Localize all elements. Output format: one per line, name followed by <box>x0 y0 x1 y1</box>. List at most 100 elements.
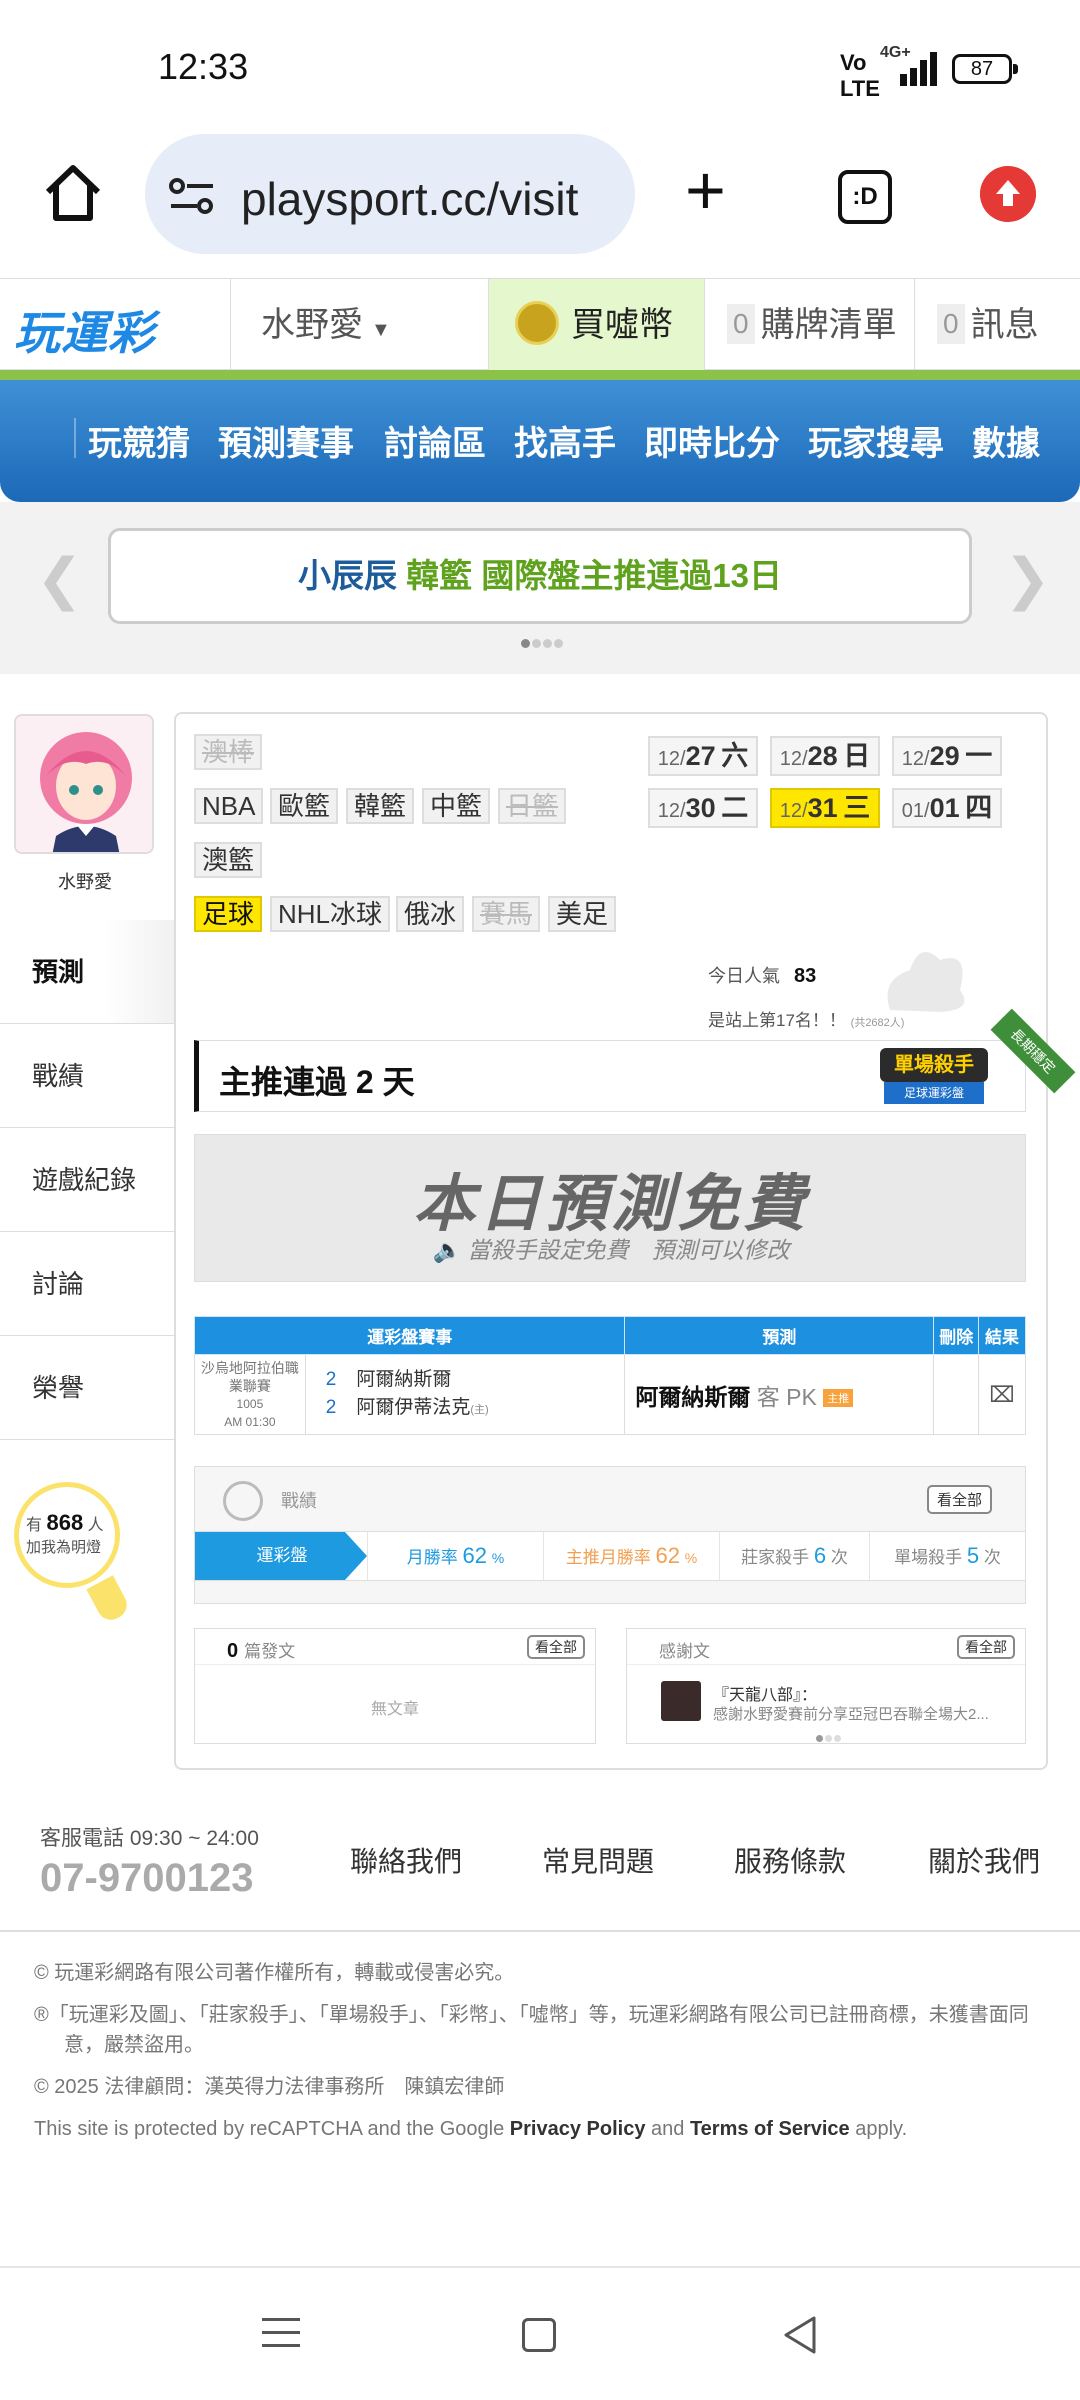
battery-icon: 87 <box>952 54 1018 84</box>
address-bar[interactable]: playsport.cc/visit <box>145 134 635 254</box>
recaptcha-text: This site is protected by reCAPTCHA and … <box>34 2118 908 2140</box>
delete-cell <box>933 1354 980 1435</box>
single-killer-badge[interactable]: 單場殺手 足球運彩盤 <box>880 1048 1000 1110</box>
thanks-preview[interactable]: 感謝水野愛賽前分享亞冠巴吞聯全場大2... <box>713 1703 1013 1724</box>
buy-coin-label: 買噓幣 <box>571 306 673 344</box>
sport-chip-soccer[interactable]: 足球 <box>194 896 263 932</box>
url-text: playsport.cc/visit <box>241 173 579 225</box>
side-item-record[interactable]: 戰績 <box>0 1024 174 1128</box>
date-button[interactable]: 12/29 一 <box>892 736 1002 776</box>
pick-cell: 阿爾納斯爾 客 PK 主推 <box>624 1354 935 1435</box>
nav-separator <box>74 418 76 458</box>
avatar-image <box>16 716 152 852</box>
teams-cell: 2 阿爾納斯爾 2 阿爾伊蒂法克(主) <box>304 1354 626 1435</box>
pick-team: 阿爾納斯爾 <box>635 1383 751 1410</box>
update-icon[interactable] <box>980 166 1036 222</box>
popularity-today: 今日人氣 83 <box>708 965 817 987</box>
privacy-policy-link[interactable]: Privacy Policy <box>510 2118 646 2140</box>
new-tab-icon[interactable]: + <box>685 155 726 225</box>
copyright-text: © 玩運彩網路有限公司著作權所有，轉載或侵害必究。 <box>34 1962 515 1984</box>
user-menu[interactable]: 水野愛 ▼ <box>230 279 488 371</box>
carousel-dots <box>520 635 564 653</box>
home-square-icon[interactable] <box>522 2318 556 2352</box>
home-icon[interactable] <box>40 160 106 226</box>
coin-icon <box>515 301 559 346</box>
footer-link-about[interactable]: 關於我們 <box>928 1840 1040 1880</box>
date-button[interactable]: 12/30 二 <box>648 788 758 828</box>
cart-button[interactable]: 0 購牌清單 <box>704 279 914 371</box>
thanks-author[interactable]: 『天龍八部』： <box>713 1681 817 1705</box>
nav-item-guess[interactable]: 玩競猜 <box>88 416 190 465</box>
footer-divider <box>0 1930 1080 1932</box>
popularity-value: 83 <box>794 965 817 987</box>
customer-service: 客服電話 09:30 ~ 24:00 07-9700123 <box>40 1822 259 1901</box>
clock: 12:33 <box>158 46 249 87</box>
league-name: 沙烏地阿拉伯職業聯賽 <box>200 1359 299 1394</box>
main-pick-tag: 主推 <box>823 1389 854 1408</box>
column-header-result: 結果 <box>978 1316 1026 1355</box>
site-logo[interactable]: 玩運彩 <box>14 297 155 363</box>
terms-of-service-link[interactable]: Terms of Service <box>690 2118 850 2140</box>
service-phone[interactable]: 07-9700123 <box>40 1856 259 1901</box>
date-button[interactable]: 12/28 日 <box>770 736 880 776</box>
thanks-avatar[interactable] <box>661 1681 701 1721</box>
nav-item-player-search[interactable]: 玩家搜尋 <box>808 416 944 465</box>
sport-chip-euro-bb[interactable]: 歐籃 <box>270 788 339 824</box>
posts-view-all-button[interactable]: 看全部 <box>527 1635 585 1659</box>
sport-chip-russia-hockey[interactable]: 俄冰 <box>396 896 465 932</box>
sport-chip-american-football[interactable]: 美足 <box>548 896 617 932</box>
side-item-honor[interactable]: 榮譽 <box>0 1336 174 1440</box>
banner-slide[interactable]: 小辰辰 韓籃 國際盤主推連過13日 <box>108 528 972 624</box>
sport-chip-nba[interactable]: NBA <box>194 788 264 824</box>
service-hours: 客服電話 09:30 ~ 24:00 <box>40 1827 259 1850</box>
avatar[interactable] <box>14 714 154 854</box>
pick-type: 客 PK <box>756 1383 817 1410</box>
messages-button[interactable]: 0 訊息 <box>914 279 1080 371</box>
page-bottom-divider <box>0 2266 1080 2268</box>
messages-label: 訊息 <box>970 306 1039 344</box>
date-button[interactable]: 01/01 四 <box>892 788 1002 828</box>
buy-coin-button[interactable]: 買噓幣 <box>488 279 704 371</box>
table-header-row: 運彩盤賽事 預測 刪除 結果 <box>193 1316 1026 1355</box>
sport-chip-nhl[interactable]: NHL冰球 <box>270 896 391 932</box>
date-button-selected[interactable]: 12/31 三 <box>770 788 880 828</box>
side-item-predict[interactable]: 預測 <box>0 920 174 1024</box>
chevron-right-icon[interactable]: ❯ <box>1004 546 1051 612</box>
thanks-title: 感謝文 <box>659 1642 710 1661</box>
tab-lottery[interactable]: 運彩盤 <box>195 1532 367 1580</box>
tab-switcher-button[interactable]: :D <box>838 170 892 224</box>
side-item-game-log[interactable]: 遊戲紀錄 <box>0 1128 174 1232</box>
chevron-left-icon[interactable]: ❮ <box>36 546 83 612</box>
nav-item-live-score[interactable]: 即時比分 <box>644 416 780 465</box>
follow-lamp[interactable]: 有 868 人 加我為明燈 <box>10 1482 132 1632</box>
footer-link-faq[interactable]: 常見問題 <box>542 1840 654 1880</box>
sport-chip-china-bb[interactable]: 中籃 <box>422 788 491 824</box>
nav-item-forum[interactable]: 討論區 <box>384 416 486 465</box>
footer-link-contact[interactable]: 聯絡我們 <box>350 1840 462 1880</box>
back-icon[interactable] <box>780 2314 820 2356</box>
site-settings-icon[interactable] <box>169 178 215 214</box>
team1-number: 2 <box>325 1368 337 1390</box>
sport-chip-au-bb[interactable]: 澳籃 <box>194 842 263 878</box>
nav-item-experts[interactable]: 找高手 <box>514 416 616 465</box>
nav-item-data[interactable]: 數據 <box>972 416 1040 465</box>
message-count: 0 <box>937 304 965 345</box>
footer-link-terms[interactable]: 服務條款 <box>734 1840 846 1880</box>
side-item-discussion[interactable]: 討論 <box>0 1232 174 1336</box>
record-header: 戰績 看全部 <box>195 1467 1025 1531</box>
date-button[interactable]: 12/27 六 <box>648 736 758 776</box>
league-cell: 沙烏地阿拉伯職業聯賽 1005 AM 01:30 <box>194 1354 306 1435</box>
posts-empty-text: 無文章 <box>370 1701 419 1718</box>
nav-item-predict[interactable]: 預測賽事 <box>218 416 354 465</box>
legal-text: © 玩運彩網路有限公司著作權所有，轉載或侵害必究。 ®「玩運彩及圖」、「莊家殺手… <box>34 1958 1054 2156</box>
single-killer-count: 單場殺手 5 次 <box>869 1532 1025 1580</box>
sport-chip-horse-racing: 賽馬 <box>472 896 541 932</box>
banner-carousel: ❮ 小辰辰 韓籃 國際盤主推連過13日 ❯ <box>0 502 1080 674</box>
sport-chip-korea-bb[interactable]: 韓籃 <box>346 788 415 824</box>
thanks-view-all-button[interactable]: 看全部 <box>957 1635 1015 1659</box>
signal-icon: 4G+ <box>880 44 940 86</box>
recents-icon[interactable] <box>262 2318 300 2357</box>
game-time: AM 01:30 <box>224 1414 276 1429</box>
record-view-all-button[interactable]: 看全部 <box>927 1485 993 1514</box>
main-nav: 玩競猜 預測賽事 討論區 找高手 即時比分 玩家搜尋 數據 <box>0 380 1080 502</box>
